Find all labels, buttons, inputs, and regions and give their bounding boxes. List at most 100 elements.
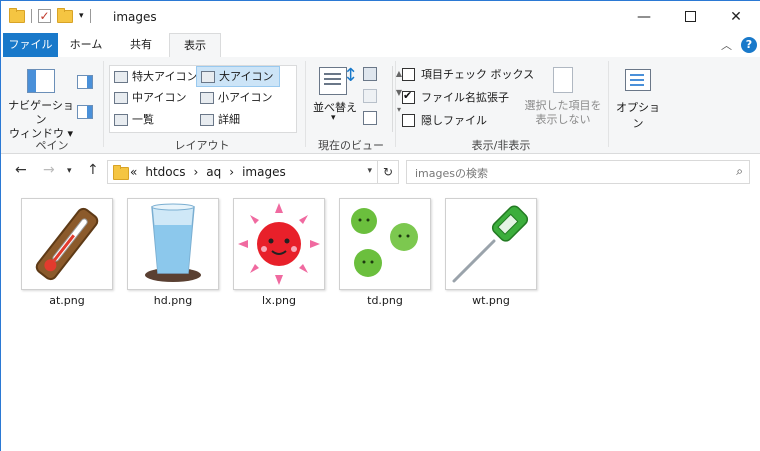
hide-selected-button[interactable]: 選択した項目を 表示しない [523,99,603,127]
breadcrumb-aq[interactable]: aq [206,165,221,179]
hidden-files-label: 隠しファイル [421,114,487,127]
sun-image [238,203,320,285]
refresh-icon: ↻ [382,165,394,179]
folder-icon[interactable] [9,7,25,23]
search-icon[interactable]: ⌕ [736,164,743,179]
layout-item-label: 詳細 [218,113,240,126]
group-separator [395,61,396,147]
water-glass-thumbnail [127,198,219,290]
minimize-icon: — [637,8,651,25]
new-folder-icon[interactable] [57,7,73,23]
layout-details[interactable]: 詳細 [196,110,298,129]
ribbon-view: ナビゲーション ウィンドウ ▾ ペイン 特大アイコン 大アイコン 中アイコン 小… [1,57,760,154]
list-icon [114,114,128,126]
address-dropdown-icon[interactable]: ▾ [367,166,372,176]
details-pane-icon[interactable] [77,105,93,119]
close-button[interactable]: ✕ [713,1,759,32]
file-item-hd[interactable]: hd.png [127,198,219,318]
close-icon: ✕ [730,8,742,25]
address-row: ← → ▾ ↑ « htdocs › aq › images ▾ ↻ image… [1,158,760,186]
qat-separator [31,9,32,23]
water-glass-image [145,203,201,282]
layout-large-icons[interactable]: 大アイコン [196,66,280,87]
recent-locations-icon[interactable]: ▾ [67,166,72,176]
sort-dropdown-icon: ▾ [331,113,336,123]
search-box[interactable]: imagesの検索 ⌕ [406,160,750,184]
layout-small-icons[interactable]: 小アイコン [196,88,298,107]
file-item-lx[interactable]: lx.png [233,198,325,318]
preview-pane-icon[interactable] [77,75,93,89]
options-icon[interactable] [625,69,651,91]
navigation-pane-label-1: ナビゲーション [8,99,74,126]
details-icon [200,114,214,126]
medium-icons-icon [114,92,128,104]
help-icon[interactable]: ? [741,37,757,53]
hidden-files-toggle[interactable] [402,114,415,127]
minimize-button[interactable]: — [621,1,667,32]
extra-large-icons-icon [114,71,128,83]
group-label-show-hide: 表示/非表示 [471,139,531,152]
breadcrumb-separator: › [193,165,199,179]
hide-selected-label-2: 表示しない [535,113,591,126]
group-label-current-view: 現在のビュー [318,139,384,152]
navigation-pane-button[interactable]: ナビゲーション ウィンドウ ▾ [5,99,77,141]
file-item-wt[interactable]: wt.png [445,198,537,318]
collapse-ribbon-icon[interactable]: ︿ [721,37,732,53]
file-name: td.png [367,294,403,307]
group-separator [305,61,306,147]
address-folder-icon [113,165,129,180]
group-by-icon[interactable] [363,67,377,81]
layout-item-label: 一覧 [132,113,154,126]
breadcrumb-htdocs[interactable]: htdocs [145,165,185,179]
file-extension-toggle[interactable] [402,89,415,104]
group-separator [103,61,104,147]
item-checkbox-toggle[interactable] [402,68,415,81]
window-title: images [113,10,157,24]
refresh-button[interactable]: ↻ [377,161,398,183]
layout-item-label: 中アイコン [132,91,187,104]
probe-thermometer-thumbnail [445,198,537,290]
file-item-at[interactable]: at.png [21,198,113,318]
options-button[interactable]: オプション [611,99,665,131]
file-name: wt.png [472,294,510,307]
breadcrumb: « htdocs › aq › images [130,165,286,179]
address-bar[interactable]: « htdocs › aq › images ▾ ↻ [107,160,399,184]
hide-selected-icon [553,67,573,93]
tab-share[interactable]: 共有 [113,33,169,57]
group-separator [608,61,609,147]
small-icons-icon [200,92,214,104]
forward-button[interactable]: → [43,162,55,178]
add-columns-icon[interactable] [363,89,377,103]
germs-image [351,208,418,277]
file-name: at.png [49,294,85,307]
breadcrumb-separator: › [229,165,235,179]
file-name: lx.png [262,294,296,307]
hide-selected-label-1: 選択した項目を [524,99,602,112]
layout-item-label: 大アイコン [219,70,274,83]
back-button[interactable]: ← [15,162,27,178]
navigation-pane-icon[interactable] [27,69,55,93]
ribbon-tabs: ファイル ホーム 共有 表示 ︿ ? [1,33,760,58]
size-columns-icon[interactable] [363,111,377,125]
up-button[interactable]: ↑ [87,162,99,178]
file-name: hd.png [153,294,193,307]
file-item-td[interactable]: td.png [339,198,431,318]
maximize-button[interactable] [667,1,713,32]
breadcrumb-overflow[interactable]: « [130,165,137,179]
germs-thumbnail [339,198,431,290]
sort-arrow-icon: ↕ [343,65,359,86]
title-bar: ✓ ▾ images — ✕ [1,1,760,32]
large-icons-icon [201,71,215,83]
properties-check-icon[interactable]: ✓ [38,9,51,23]
file-extension-label: ファイル名拡張子 [421,91,509,104]
breadcrumb-images[interactable]: images [242,165,286,179]
qat-dropdown-icon[interactable]: ▾ [79,11,84,21]
tab-view[interactable]: 表示 [169,33,221,58]
layout-gallery: 特大アイコン 大アイコン 中アイコン 小アイコン 一覧 詳細 ▲ ▼ ▾ [109,65,402,133]
maximize-icon [684,11,696,22]
group-label-pane: ペイン [35,139,69,152]
probe-thermometer-image [452,205,529,283]
tab-home[interactable]: ホーム [59,33,113,57]
tab-file[interactable]: ファイル [3,33,58,57]
search-input[interactable]: imagesの検索 [415,165,488,181]
